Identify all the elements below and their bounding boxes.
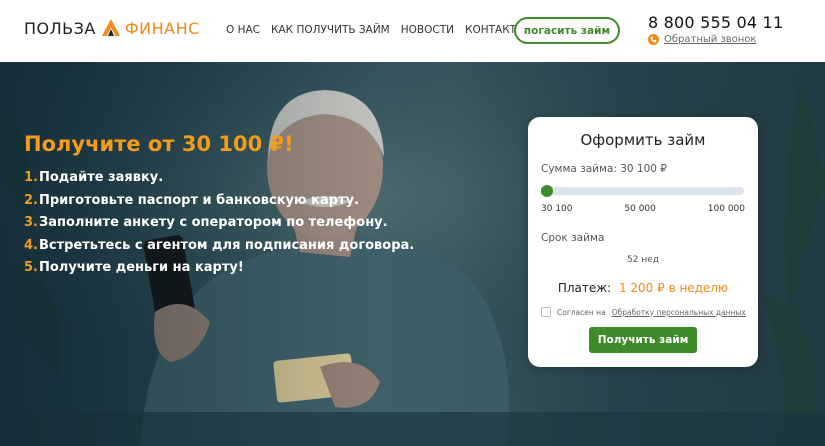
tick-max: 100 000	[707, 204, 745, 214]
callback-link[interactable]: Обратный звонок	[648, 34, 756, 45]
step-number: 3.	[24, 215, 38, 230]
step-item: 1. Подайте заявку.	[24, 170, 414, 193]
step-text: Подайте заявку.	[39, 170, 164, 185]
consent-checkbox[interactable]	[541, 307, 551, 317]
logo[interactable]: ПОЛЬЗА ФИНАНС	[24, 18, 200, 38]
logo-chevron-icon	[101, 19, 120, 36]
nav-item-how-to-get-loan[interactable]: КАК ПОЛУЧИТЬ ЗАЙМ	[271, 24, 390, 36]
main-nav: О НАС КАК ПОЛУЧИТЬ ЗАЙМ НОВОСТИ КОНТАКТЫ	[226, 24, 525, 36]
steps-list: 1. Подайте заявку. 2. Приготовьте паспорт …	[24, 170, 414, 283]
step-item: 2. Приготовьте паспорт и банковскую карту…	[24, 193, 414, 216]
loan-term-value: 52 нед	[627, 255, 659, 265]
step-number: 2.	[24, 192, 38, 208]
step-number: 1.	[24, 170, 38, 185]
step-item: 4. Встретьтесь с агентом для подписания д…	[24, 238, 414, 261]
payment-amount: 1 200 ₽ в неделю	[618, 281, 729, 295]
logo-word-1: ПОЛЬЗА	[24, 18, 96, 38]
nav-item-news[interactable]: НОВОСТИ	[401, 24, 454, 36]
step-number: 4.	[24, 237, 38, 253]
loan-form-card: Оформить займ Сумма займа: 30 100 ₽ 30 1…	[528, 117, 758, 367]
phone-icon	[648, 34, 659, 45]
step-text: Приготовьте паспорт и банковскую карту.	[39, 192, 360, 208]
step-text: Заполните анкету с оператором по телефон…	[39, 215, 388, 230]
step-text: Получите деньги на карту!	[39, 260, 244, 275]
tick-mid: 50 000	[624, 204, 656, 214]
repay-loan-button[interactable]: погасить займ	[514, 17, 620, 44]
step-number: 5.	[24, 260, 38, 275]
loan-term-label: Срок займа	[541, 232, 605, 244]
nav-item-about[interactable]: О НАС	[226, 24, 260, 36]
site-header: ПОЛЬЗА ФИНАНС О НАС КАК ПОЛУЧИТЬ ЗАЙМ НО…	[0, 0, 825, 62]
step-item: 5. Получите деньги на карту!	[24, 260, 414, 283]
hero-title: Получите от 30 100 ₽!	[24, 132, 294, 156]
form-title: Оформить займ	[580, 131, 706, 149]
loan-sum-slider[interactable]	[541, 185, 744, 197]
slider-handle[interactable]	[541, 185, 554, 197]
get-loan-button[interactable]: Получить займ	[589, 327, 697, 353]
loan-sum-label: Сумма займа: 30 100 ₽	[541, 163, 667, 175]
payment-label: Платеж:	[557, 281, 612, 295]
payment-line: Платеж: 1 200 ₽ в неделю	[528, 281, 758, 295]
consent-row: Согласен на Обработку персональных данны…	[541, 307, 746, 317]
consent-text: Согласен на	[557, 307, 606, 317]
step-text: Встретьтесь с агентом для подписания дог…	[39, 237, 415, 253]
logo-word-2: ФИНАНС	[124, 18, 200, 38]
tick-min: 30 100	[541, 204, 573, 214]
personal-data-link[interactable]: Обработку персональных данных	[612, 308, 746, 317]
slider-ticks: 30 100 50 000 100 000	[541, 204, 745, 214]
hero-section: Получите от 30 100 ₽! 1. Подайте заявку. …	[0, 62, 825, 446]
phone-number[interactable]: 8 800 555 04 11	[648, 13, 783, 32]
callback-label: Обратный звонок	[664, 34, 757, 45]
step-item: 3. Заполните анкету с оператором по телеф…	[24, 215, 414, 238]
